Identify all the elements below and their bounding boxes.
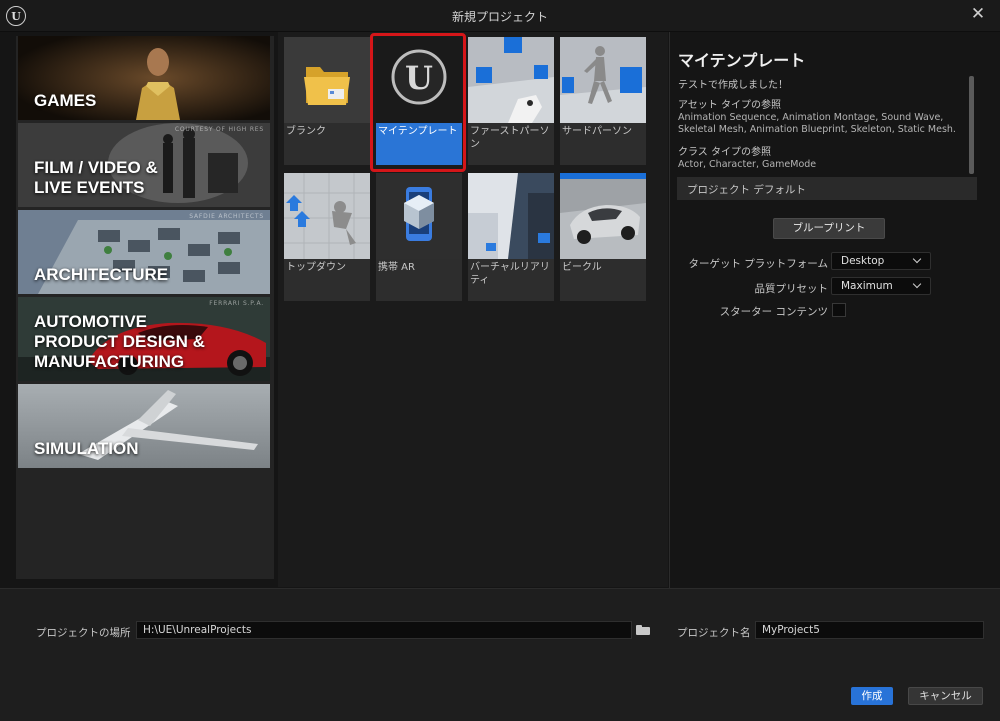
asset-types-value: Animation Sequence, Animation Montage, S… xyxy=(678,112,956,135)
cancel-button[interactable]: キャンセル xyxy=(908,687,983,705)
quality-preset-value: Maximum xyxy=(841,280,893,292)
folder-browse-icon[interactable] xyxy=(636,625,650,635)
template-panel: ブランク U マイテンプレート ファーストパーソン サードパーソン トップダウン… xyxy=(278,32,668,587)
category-automotive[interactable]: FERRARI S.P.A. AUTOMOTIVE PRODUCT DESIGN… xyxy=(18,297,270,381)
template-label: マイテンプレート xyxy=(378,126,458,137)
template-label: ブランク xyxy=(286,126,326,137)
template-first-person[interactable]: ファーストパーソン xyxy=(468,37,554,165)
category-film-video[interactable]: COURTESY OF HIGH RES FILM / VIDEO & LIVE… xyxy=(18,123,270,207)
template-virtual-reality[interactable]: バーチャルリアリティ xyxy=(468,173,554,301)
category-label: AUTOMOTIVE PRODUCT DESIGN & MANUFACTURIN… xyxy=(34,312,205,371)
details-panel: マイテンプレート テストで作成しました！ アセット タイプの参照 Animati… xyxy=(670,36,984,588)
template-blank[interactable]: ブランク xyxy=(284,37,370,165)
category-credit: SAFDIE ARCHITECTS xyxy=(189,213,264,220)
blueprint-button[interactable]: ブループリント xyxy=(773,218,885,239)
template-label: トップダウン xyxy=(286,262,346,273)
category-credit: COURTESY OF HIGH RES xyxy=(174,126,264,133)
template-top-down[interactable]: トップダウン xyxy=(284,173,370,301)
category-games[interactable]: GAMES xyxy=(18,36,270,120)
asset-types-heading: アセット タイプの参照 xyxy=(678,100,781,111)
template-third-person[interactable]: サードパーソン xyxy=(560,37,646,165)
project-defaults-label: プロジェクト デフォルト xyxy=(687,184,806,196)
mobile-ar-icon xyxy=(376,173,462,259)
chevron-down-icon xyxy=(912,254,922,264)
third-person-icon xyxy=(560,37,646,123)
bottom-bar: プロジェクトの場所 H:\UE\UnrealProjects プロジェクト名 M… xyxy=(0,588,1000,721)
template-mobile-ar[interactable]: 携帯 AR xyxy=(376,173,462,301)
category-credit: FERRARI S.P.A. xyxy=(209,300,264,307)
virtual-reality-icon xyxy=(468,173,554,259)
template-vehicle[interactable]: ビークル xyxy=(560,173,646,301)
template-label: サードパーソン xyxy=(562,126,632,137)
folder-icon xyxy=(284,37,370,123)
details-title: マイテンプレート xyxy=(678,51,806,70)
details-scrollbar[interactable] xyxy=(969,76,974,174)
starter-content-label: スターター コンテンツ xyxy=(719,306,828,318)
template-label: 携帯 AR xyxy=(378,262,415,273)
top-down-icon xyxy=(284,173,370,259)
template-label: ビークル xyxy=(562,262,602,273)
project-name-input[interactable]: MyProject5 xyxy=(755,621,984,639)
template-label: ファーストパーソン xyxy=(470,126,550,150)
category-panel: GAMES COURTESY OF HIGH RES FILM / VIDEO … xyxy=(16,36,274,579)
chevron-down-icon xyxy=(912,279,922,289)
project-defaults-header: プロジェクト デフォルト xyxy=(677,177,977,200)
project-location-label: プロジェクトの場所 xyxy=(36,627,131,639)
window-title: 新規プロジェクト xyxy=(451,10,548,24)
details-description: テストで作成しました！ xyxy=(678,80,788,91)
class-types-heading: クラス タイプの参照 xyxy=(678,147,771,158)
starter-content-checkbox[interactable] xyxy=(832,303,846,317)
unreal-logo-icon: U xyxy=(376,37,462,123)
target-platform-value: Desktop xyxy=(841,255,885,267)
project-name-label: プロジェクト名 xyxy=(677,627,751,639)
vehicle-icon xyxy=(560,173,646,259)
category-simulation[interactable]: SIMULATION xyxy=(18,384,270,468)
project-location-input[interactable]: H:\UE\UnrealProjects xyxy=(136,621,632,639)
class-types-value: Actor, Character, GameMode xyxy=(678,159,817,170)
target-platform-label: ターゲット プラットフォーム xyxy=(688,258,828,270)
category-label: FILM / VIDEO & LIVE EVENTS xyxy=(34,158,158,197)
title-bar: U 新規プロジェクト ✕ xyxy=(0,0,1000,32)
template-label: バーチャルリアリティ xyxy=(470,262,550,286)
first-person-icon xyxy=(468,37,554,123)
quality-preset-label: 品質プリセット xyxy=(754,283,829,295)
close-icon[interactable]: ✕ xyxy=(968,4,988,24)
category-label: GAMES xyxy=(34,91,97,110)
category-architecture[interactable]: SAFDIE ARCHITECTS ARCHITECTURE xyxy=(18,210,270,294)
svg-text:U: U xyxy=(405,59,433,97)
quality-preset-dropdown[interactable]: Maximum xyxy=(831,277,931,295)
create-button[interactable]: 作成 xyxy=(851,687,893,705)
template-my-template[interactable]: U マイテンプレート xyxy=(376,37,462,165)
category-label: ARCHITECTURE xyxy=(34,265,169,284)
target-platform-dropdown[interactable]: Desktop xyxy=(831,252,931,270)
category-label: SIMULATION xyxy=(34,439,139,458)
